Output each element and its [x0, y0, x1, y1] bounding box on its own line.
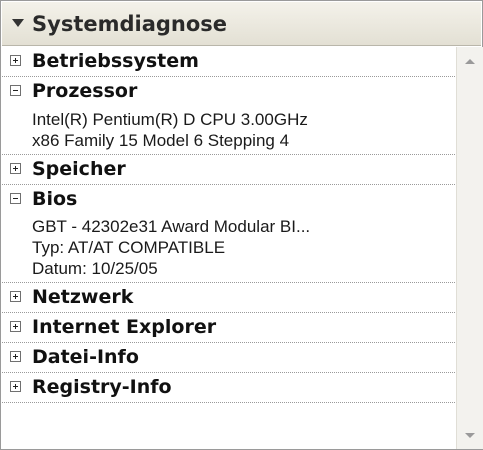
detail-line: Intel(R) Pentium(R) D CPU 3.00GHz	[32, 110, 308, 129]
detail-line: GBT - 42302e31 Award Modular BI...	[32, 217, 311, 236]
section-betriebssystem[interactable]: Betriebssystem	[2, 47, 455, 77]
section-label[interactable]: Internet Explorer	[32, 315, 216, 339]
section-label[interactable]: Bios	[32, 187, 77, 211]
scroll-down-button[interactable]	[459, 425, 481, 447]
vertical-scrollbar[interactable]	[456, 47, 483, 449]
section-label[interactable]: Netzwerk	[32, 285, 133, 309]
collapse-icon[interactable]	[10, 85, 21, 96]
section-netzwerk[interactable]: Netzwerk	[2, 283, 455, 313]
prozessor-details: Intel(R) Pentium(R) D CPU 3.00GHz x86 Fa…	[2, 106, 455, 155]
up-arrow-icon	[465, 59, 475, 64]
collapse-icon[interactable]	[10, 193, 21, 204]
expand-icon[interactable]	[10, 321, 21, 332]
section-bios[interactable]: Bios	[2, 185, 455, 215]
expand-icon[interactable]	[10, 291, 21, 302]
collapse-arrow-icon[interactable]	[12, 19, 24, 27]
panel-header[interactable]: Systemdiagnose	[2, 2, 481, 46]
section-label[interactable]: Datei-Info	[32, 345, 139, 369]
tree-content: Betriebssystem Prozessor Intel(R) Pentiu…	[2, 47, 455, 449]
system-diagnose-panel: Systemdiagnose Betriebssystem Prozessor …	[0, 0, 483, 450]
bios-details: GBT - 42302e31 Award Modular BI... Typ: …	[2, 214, 455, 283]
section-registry-info[interactable]: Registry-Info	[2, 373, 455, 403]
section-label[interactable]: Speicher	[32, 157, 126, 181]
section-datei-info[interactable]: Datei-Info	[2, 343, 455, 373]
section-label[interactable]: Betriebssystem	[32, 49, 199, 73]
detail-line: Typ: AT/AT COMPATIBLE	[32, 238, 226, 257]
section-speicher[interactable]: Speicher	[2, 155, 455, 185]
detail-line: Datum: 10/25/05	[32, 259, 158, 278]
detail-line: x86 Family 15 Model 6 Stepping 4	[32, 131, 290, 150]
expand-icon[interactable]	[10, 351, 21, 362]
scroll-up-button[interactable]	[459, 51, 481, 73]
section-prozessor[interactable]: Prozessor	[2, 77, 455, 107]
panel-title: Systemdiagnose	[32, 12, 228, 36]
section-label[interactable]: Registry-Info	[32, 375, 172, 399]
expand-icon[interactable]	[10, 381, 21, 392]
section-internet-explorer[interactable]: Internet Explorer	[2, 313, 455, 343]
down-arrow-icon	[465, 433, 475, 438]
expand-icon[interactable]	[10, 163, 21, 174]
section-label[interactable]: Prozessor	[32, 79, 137, 103]
expand-icon[interactable]	[10, 55, 21, 66]
